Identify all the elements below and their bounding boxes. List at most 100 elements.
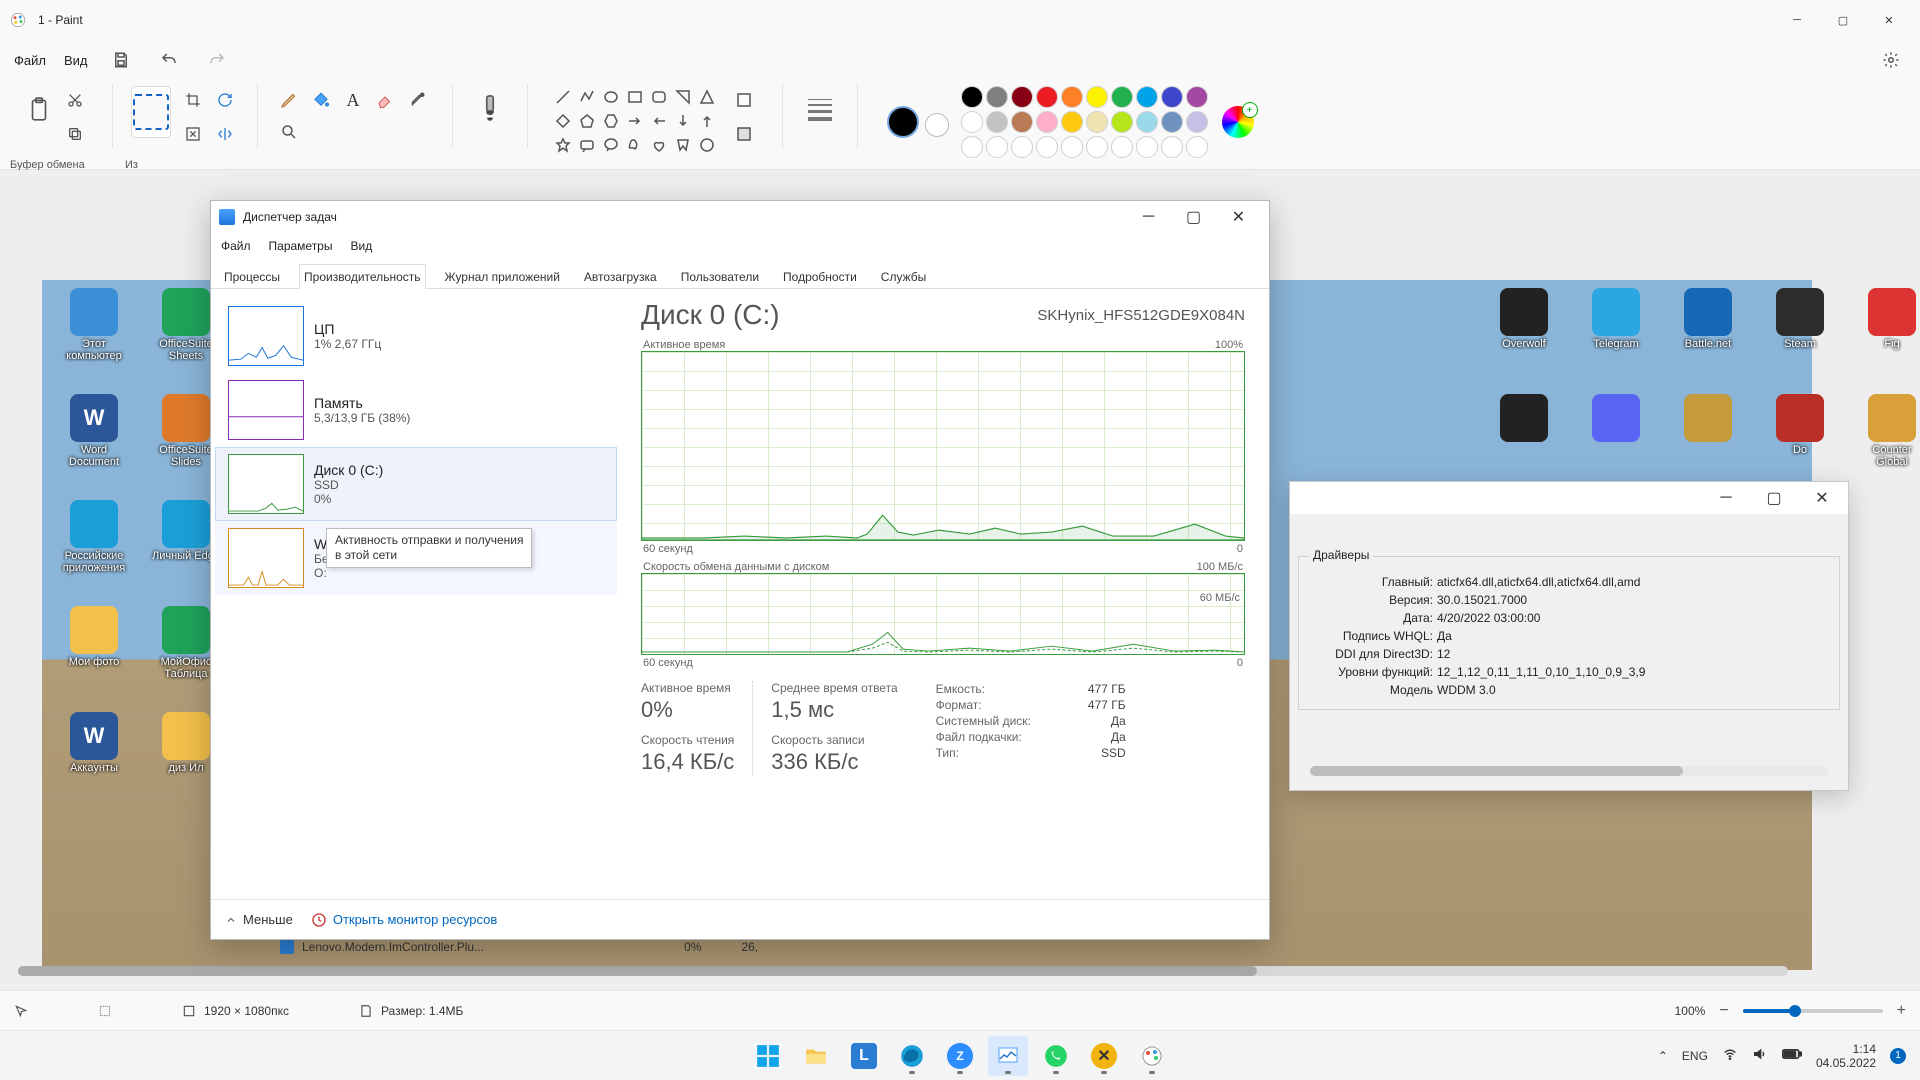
fill-icon[interactable] (307, 86, 335, 114)
zoom-icon[interactable]: Z (940, 1036, 980, 1076)
rotate-icon[interactable] (211, 86, 239, 114)
palette-swatch[interactable] (1186, 86, 1208, 108)
dx-titlebar[interactable]: ─ ▢ ✕ (1290, 482, 1848, 514)
taskbar[interactable]: L Z ✕ ⌃ ENG 1:14 04.05.2022 1 (0, 1030, 1920, 1080)
brush-tool[interactable] (472, 86, 508, 134)
system-tray[interactable]: ⌃ ENG 1:14 04.05.2022 1 (1658, 1042, 1920, 1070)
paint-taskbar-icon[interactable] (1132, 1036, 1172, 1076)
edit-colors-button[interactable] (1222, 106, 1254, 138)
dx-minimize-button[interactable]: ─ (1704, 484, 1748, 512)
dx-maximize-button[interactable]: ▢ (1752, 484, 1796, 512)
palette-swatch[interactable] (1161, 136, 1183, 158)
taskbar-app-x[interactable]: ✕ (1084, 1036, 1124, 1076)
taskmgr-taskbar-icon[interactable] (988, 1036, 1028, 1076)
select-tool[interactable] (131, 86, 171, 138)
palette-swatch[interactable] (1186, 111, 1208, 133)
tm-titlebar[interactable]: Диспетчер задач ─ ▢ ✕ (211, 201, 1269, 233)
palette-swatch[interactable] (1036, 86, 1058, 108)
palette-swatch[interactable] (1086, 136, 1108, 158)
palette-swatch[interactable] (1011, 136, 1033, 158)
sidebar-item-disk[interactable]: Диск 0 (C:)SSD0% (215, 447, 617, 521)
notification-badge[interactable]: 1 (1890, 1048, 1906, 1064)
tm-tab[interactable]: Подробности (778, 264, 862, 289)
palette-swatch[interactable] (961, 136, 983, 158)
open-resource-monitor-link[interactable]: Открыть монитор ресурсов (311, 912, 497, 928)
copy-icon[interactable] (61, 120, 89, 148)
palette-swatch[interactable] (1061, 136, 1083, 158)
zoom-slider[interactable] (1743, 1009, 1883, 1013)
horizontal-scrollbar[interactable] (18, 966, 1788, 976)
paste-button[interactable] (21, 86, 57, 134)
palette-swatch[interactable] (1136, 86, 1158, 108)
taskbar-clock[interactable]: 1:14 04.05.2022 (1816, 1042, 1876, 1070)
dx-close-button[interactable]: ✕ (1800, 484, 1844, 512)
tm-menu-params[interactable]: Параметры (269, 239, 333, 253)
palette-swatch[interactable] (1011, 111, 1033, 133)
taskbar-app-l[interactable]: L (844, 1036, 884, 1076)
tm-tab[interactable]: Пользователи (676, 264, 764, 289)
zoom-out-button[interactable]: − (1719, 1002, 1728, 1020)
tm-tab[interactable]: Производительность (299, 264, 425, 289)
fewer-details-button[interactable]: Меньше (225, 912, 293, 927)
palette-swatch[interactable] (961, 86, 983, 108)
palette-swatch[interactable] (1186, 136, 1208, 158)
paint-maximize-button[interactable]: ▢ (1820, 0, 1866, 40)
language-indicator[interactable]: ENG (1682, 1049, 1708, 1063)
wifi-icon[interactable] (1722, 1046, 1738, 1065)
dx-horizontal-scrollbar[interactable] (1310, 766, 1828, 776)
paint-menu-view[interactable]: Вид (64, 53, 88, 68)
pencil-icon[interactable] (275, 86, 303, 114)
volume-icon[interactable] (1752, 1046, 1768, 1065)
zoom-in-button[interactable]: + (1897, 1002, 1906, 1020)
edge-icon[interactable] (892, 1036, 932, 1076)
tm-maximize-button[interactable]: ▢ (1171, 201, 1216, 233)
palette-swatch[interactable] (1061, 111, 1083, 133)
eraser-icon[interactable] (371, 86, 399, 114)
shape-fill-icon[interactable] (730, 120, 758, 148)
palette-swatch[interactable] (1061, 86, 1083, 108)
palette-swatch[interactable] (1036, 111, 1058, 133)
eyedropper-icon[interactable] (403, 86, 431, 114)
palette-swatch[interactable] (986, 111, 1008, 133)
flip-icon[interactable] (211, 120, 239, 148)
tm-close-button[interactable]: ✕ (1216, 201, 1261, 233)
magnifier-icon[interactable] (275, 118, 303, 146)
sidebar-item-memory[interactable]: Память5,3/13,9 ГБ (38%) (215, 373, 617, 447)
start-button[interactable] (748, 1036, 788, 1076)
cut-icon[interactable] (61, 86, 89, 114)
tm-minimize-button[interactable]: ─ (1126, 201, 1171, 233)
save-icon[interactable] (106, 45, 136, 75)
palette-swatch[interactable] (1136, 111, 1158, 133)
shape-outline-icon[interactable] (730, 86, 758, 114)
palette-swatch[interactable] (1111, 86, 1133, 108)
sidebar-item-wifi[interactable]: Wi-FiБеО: Активность отправки и получени… (215, 521, 617, 595)
color2-swatch[interactable] (925, 113, 949, 137)
palette-swatch[interactable] (1086, 86, 1108, 108)
palette-swatch[interactable] (1161, 86, 1183, 108)
sidebar-item-cpu[interactable]: ЦП1% 2,67 ГГц (215, 299, 617, 373)
settings-icon[interactable] (1876, 45, 1906, 75)
palette-swatch[interactable] (986, 86, 1008, 108)
palette-swatch[interactable] (1036, 136, 1058, 158)
stroke-size-button[interactable] (802, 86, 838, 134)
palette-swatch[interactable] (1136, 136, 1158, 158)
tm-tab[interactable]: Службы (876, 264, 931, 289)
shapes-gallery[interactable] (552, 86, 718, 156)
crop-icon[interactable] (179, 86, 207, 114)
tm-menu-view[interactable]: Вид (350, 239, 372, 253)
tm-tab[interactable]: Журнал приложений (440, 264, 565, 289)
whatsapp-icon[interactable] (1036, 1036, 1076, 1076)
palette-swatch[interactable] (1011, 86, 1033, 108)
palette-swatch[interactable] (1161, 111, 1183, 133)
palette-swatch[interactable] (1086, 111, 1108, 133)
paint-minimize-button[interactable]: ─ (1774, 0, 1820, 40)
redo-icon[interactable] (202, 45, 232, 75)
color1-swatch[interactable] (887, 106, 919, 138)
paint-titlebar[interactable]: 1 - Paint ─ ▢ ✕ (0, 0, 1920, 40)
paint-menu-file[interactable]: Файл (14, 53, 46, 68)
palette-swatch[interactable] (961, 111, 983, 133)
undo-icon[interactable] (154, 45, 184, 75)
resize-icon[interactable] (179, 120, 207, 148)
battery-icon[interactable] (1782, 1047, 1802, 1064)
tm-menu-file[interactable]: Файл (221, 239, 251, 253)
